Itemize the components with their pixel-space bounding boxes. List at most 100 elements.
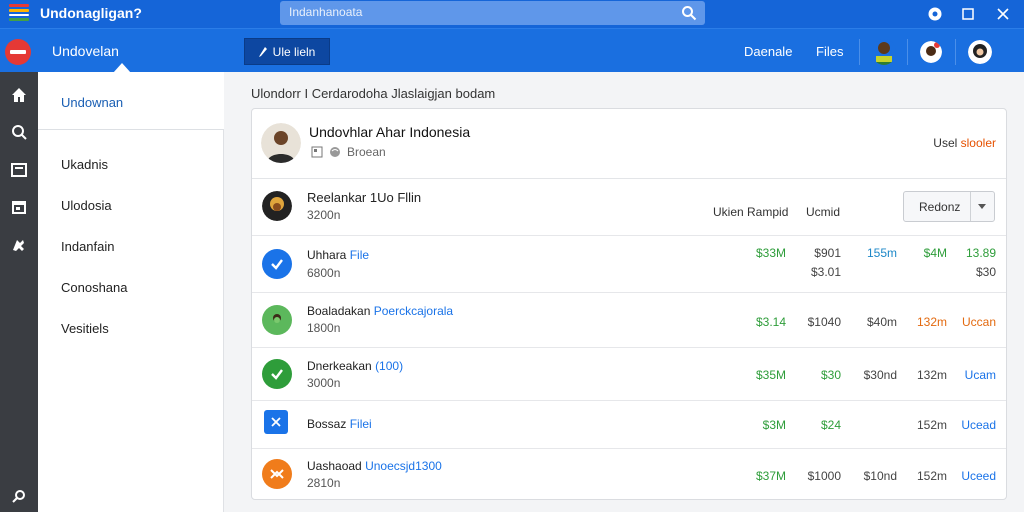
icon-rail	[0, 72, 38, 512]
app-logo-icon[interactable]	[5, 39, 31, 65]
row-name-text: Boaladakan	[307, 304, 371, 318]
person-icon	[262, 305, 292, 335]
row-value-2: $1000	[807, 469, 841, 483]
sidebar-item-label: Undownan	[61, 95, 124, 110]
list-header-meta: 3200n	[307, 208, 341, 222]
row-name-link[interactable]: Unoecsjd1300	[365, 459, 442, 473]
row-name: Uashaoad Unoecsjd1300	[307, 459, 442, 473]
title-bar: Undonagligan? Indanhanoata	[0, 0, 1024, 28]
sidebar-item-3[interactable]: Indanfain	[61, 239, 115, 254]
filter-dropdown-label: Redonz	[919, 200, 961, 214]
settings-icon[interactable]	[9, 486, 29, 506]
row-name-text: Uhhara	[307, 248, 347, 262]
card-status: Usel slooler	[933, 136, 996, 150]
row-value-5b: $30	[975, 265, 996, 279]
chevron-down-icon	[978, 204, 986, 209]
card-subtitle-text: Broean	[347, 145, 386, 159]
row-value-1: $3.14	[755, 315, 786, 329]
search-input[interactable]: Indanhanoata	[280, 1, 705, 25]
row-value-2: $24	[820, 418, 841, 432]
nav-divider	[907, 39, 908, 65]
tools-icon[interactable]	[9, 235, 29, 255]
primary-action-label: Ule lieln	[272, 44, 316, 59]
row-meta: 1800n	[307, 321, 341, 335]
sidebar-item-selected[interactable]: Undownan	[38, 72, 224, 130]
row-value-4: 132m	[916, 315, 947, 329]
row-value-1: $3M	[762, 418, 786, 432]
row-name-text: Bossaz	[307, 417, 347, 431]
table-row[interactable]: Uhhara File 6800n $33M $901 $3.01 155m $…	[252, 236, 1006, 293]
maximize-icon[interactable]	[958, 4, 978, 24]
search-nav-icon[interactable]	[9, 122, 29, 142]
window-title: Undonagligan?	[40, 5, 142, 21]
row-value-2: $30	[820, 368, 841, 382]
row-value-3: $30nd	[863, 368, 897, 382]
profile-avatar[interactable]	[872, 39, 896, 65]
close-icon[interactable]	[993, 4, 1013, 24]
row-name: Boaladakan Poerckcajorala	[307, 304, 453, 318]
inbox-icon[interactable]	[9, 160, 29, 180]
nav-link-files[interactable]: Files	[816, 44, 843, 59]
close-square-icon	[264, 410, 288, 434]
card-title: Undovhlar Ahar Indonesia	[309, 124, 471, 140]
row-name: Uhhara File	[307, 248, 369, 262]
row-value-3: 155m	[866, 246, 897, 260]
search-icon[interactable]	[681, 5, 697, 21]
table-row[interactable]: Bossaz Filei $3M $24 152m Ucead	[252, 401, 1006, 449]
row-value-1: $33M	[755, 246, 786, 260]
row-value-5[interactable]: Ucead	[961, 418, 996, 432]
row-value-4: 152m	[916, 469, 947, 483]
row-value-1: $35M	[755, 368, 786, 382]
sidebar: Undownan Ukadnis Ulodosia Indanfain Cono…	[38, 72, 224, 512]
row-name-link[interactable]: Poerckcajorala	[374, 304, 453, 318]
sidebar-item-5[interactable]: Vesitiels	[61, 321, 109, 336]
row-value-4: 132m	[916, 368, 947, 382]
row-value-5[interactable]: Uccan	[962, 315, 996, 329]
filter-dropdown[interactable]: Redonz	[903, 191, 995, 222]
row-meta: 2810n	[307, 476, 341, 490]
user-avatar[interactable]	[968, 40, 992, 64]
home-icon[interactable]	[9, 85, 29, 105]
row-value-2b: $3.01	[810, 265, 841, 279]
sidebar-item-1[interactable]: Ukadnis	[61, 157, 108, 172]
row-name-link[interactable]: Filei	[350, 417, 372, 431]
row-name-link[interactable]: (100)	[375, 359, 403, 373]
row-name-text: Uashaoad	[307, 459, 362, 473]
primary-action-button[interactable]: Ule lieln	[244, 38, 330, 65]
main-card: Undovhlar Ahar Indonesia Broean Usel slo…	[251, 108, 1007, 500]
row-value-4: 152m	[916, 418, 947, 432]
help-icon[interactable]	[925, 4, 945, 24]
table-row[interactable]: Dnerkeakan (100) 3000n $35M $30 $30nd 13…	[252, 348, 1006, 401]
globe-icon	[330, 147, 340, 157]
card-status-label: Usel	[933, 136, 958, 150]
card-subtitle: Broean	[311, 145, 386, 159]
check-circle-icon	[262, 249, 292, 279]
list-header-name: Reelankar 1Uo Fllin	[307, 190, 422, 205]
card-status-value[interactable]: slooler	[961, 136, 996, 150]
row-value-4: $4M	[923, 246, 947, 260]
nav-link-daenale[interactable]: Daenale	[744, 44, 792, 59]
app-flag-icon	[9, 4, 29, 21]
hub-icon	[262, 459, 292, 489]
column-header-2[interactable]: Ucmid	[806, 205, 840, 219]
nav-divider	[955, 39, 956, 65]
table-row[interactable]: Boaladakan Poerckcajorala 1800n $3.14 $1…	[252, 293, 1006, 348]
top-navigation: Undovelan Ule lieln Daenale Files	[0, 28, 1024, 73]
app-name[interactable]: Undovelan	[52, 43, 119, 59]
notifications-avatar[interactable]	[920, 41, 942, 63]
row-value-5[interactable]: Uceed	[961, 469, 996, 483]
table-row[interactable]: Uashaoad Unoecsjd1300 2810n $37M $1000 $…	[252, 449, 1006, 499]
sidebar-item-2[interactable]: Ulodosia	[61, 198, 112, 213]
pencil-icon	[258, 46, 267, 57]
row-value-2: $901	[814, 246, 841, 260]
nav-divider	[859, 39, 860, 65]
row-value-3: $40m	[866, 315, 897, 329]
row-name: Bossaz Filei	[307, 417, 372, 431]
row-name-text: Dnerkeakan	[307, 359, 372, 373]
row-value-5[interactable]: Ucam	[965, 368, 996, 382]
calendar-icon[interactable]	[9, 197, 29, 217]
row-name-link[interactable]: File	[350, 248, 369, 262]
sidebar-item-4[interactable]: Conoshana	[61, 280, 128, 295]
column-header-1[interactable]: Ukien Rampid	[713, 205, 788, 219]
row-value-1: $37M	[755, 469, 786, 483]
